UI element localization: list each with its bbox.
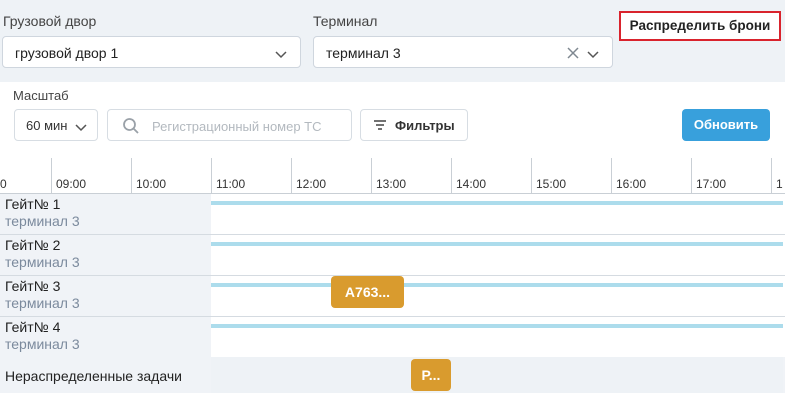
schedule-panel: Масштаб 60 мин Фильтры Обновить 0 09:00 … [0,82,785,393]
chevron-down-icon [75,124,87,132]
filter-icon [374,120,386,130]
chevron-down-icon [275,51,287,59]
timeline-tick: 13:00 [371,158,406,193]
terminal-select[interactable]: терминал 3 [313,36,613,68]
availability-line [211,324,783,328]
timeline-tick: 1 [771,158,783,193]
terminal-label: Терминал [313,13,378,29]
gate-name: Гейт№ 1 [5,196,61,212]
distribute-bookings-button[interactable]: Распределить брони [619,11,781,41]
task-block[interactable]: Р... [411,359,451,391]
clear-icon[interactable] [566,46,580,60]
timeline-header: 0 09:00 10:00 11:00 12:00 13:00 14:00 15… [0,158,785,194]
search-input[interactable] [152,116,348,136]
unassigned-row: Нераспределенные задачи Р... [0,357,785,393]
availability-line [211,283,783,287]
yard-select-value: грузовой двор 1 [15,45,119,61]
timeline-tick: 17:00 [691,158,726,193]
timeline-tick: 12:00 [291,158,326,193]
search-icon [123,118,139,134]
timeline-tick: 14:00 [451,158,486,193]
gate-terminal: терминал 3 [5,213,80,229]
gate-terminal: терминал 3 [5,336,80,352]
yard-select[interactable]: грузовой двор 1 [2,36,301,68]
gate-name: Гейт№ 4 [5,319,61,335]
scale-select-value: 60 мин [26,118,68,133]
chevron-down-icon[interactable] [587,49,599,61]
search-box[interactable] [107,109,352,141]
gate-row: Гейт№ 3 терминал 3 А763... [0,276,785,317]
gate-terminal: терминал 3 [5,295,80,311]
gate-row: Гейт№ 2 терминал 3 [0,235,785,276]
gate-label-area: Гейт№ 4 терминал 3 [0,317,211,357]
gate-label-area: Гейт№ 3 терминал 3 [0,276,211,316]
gate-label-area: Гейт№ 2 терминал 3 [0,235,211,275]
unassigned-label: Нераспределенные задачи [5,368,182,384]
scale-select[interactable]: 60 мин [14,109,98,141]
gate-row: Гейт№ 1 терминал 3 [0,194,785,235]
gate-name: Гейт№ 3 [5,278,61,294]
gate-label-area: Гейт№ 1 терминал 3 [0,194,211,234]
timeline-tick: 09:00 [51,158,86,193]
filters-button-label: Фильтры [395,118,455,133]
refresh-button[interactable]: Обновить [682,109,770,141]
filters-button[interactable]: Фильтры [360,109,468,141]
unassigned-area [211,357,783,393]
scale-label: Масштаб [13,88,69,103]
timeline-tick: 16:00 [611,158,646,193]
terminal-select-value: терминал 3 [326,45,401,61]
yard-label: Грузовой двор [3,13,97,29]
availability-line [211,242,783,246]
gate-terminal: терминал 3 [5,254,80,270]
gate-row: Гейт№ 4 терминал 3 [0,317,785,358]
timeline-tick: 15:00 [531,158,566,193]
timeline-tick: 10:00 [131,158,166,193]
task-block[interactable]: А763... [331,276,404,308]
availability-line [211,201,783,205]
timeline-tick: 11:00 [211,158,245,193]
gate-name: Гейт№ 2 [5,237,61,253]
filters-bar: Грузовой двор грузовой двор 1 Терминал т… [0,0,785,82]
